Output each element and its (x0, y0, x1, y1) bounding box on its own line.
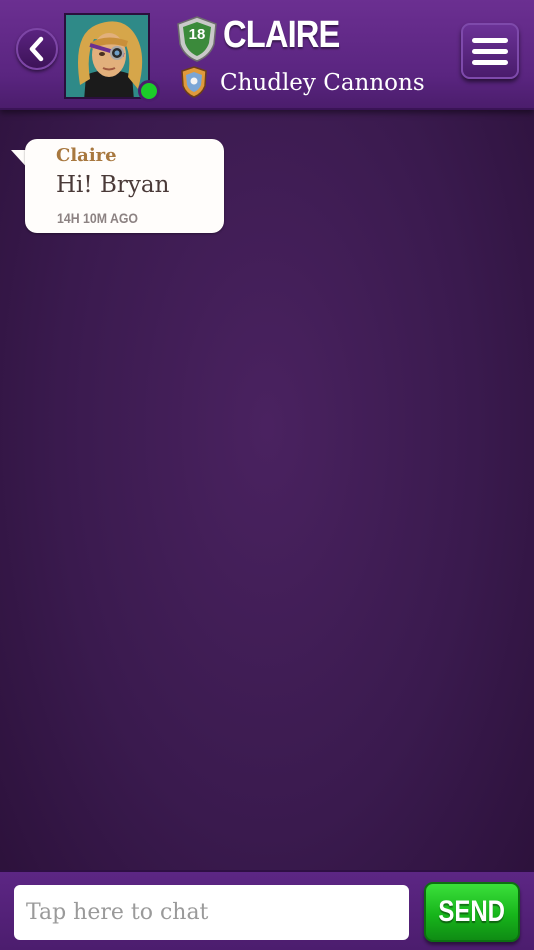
back-button[interactable] (16, 28, 58, 70)
chat-header: 18 CLAIRE Chudley Cannons (0, 0, 534, 110)
send-button[interactable]: SEND (424, 882, 520, 942)
player-name: CLAIRE (223, 14, 340, 56)
message-bubble: Claire Hi! Bryan 14H 10M AGO (25, 139, 224, 233)
message-sender: Claire (56, 145, 117, 166)
team-name[interactable]: Chudley Cannons (220, 70, 425, 96)
send-button-label: SEND (438, 895, 506, 928)
chat-message-list[interactable]: Claire Hi! Bryan 14H 10M AGO (0, 110, 534, 870)
avatar[interactable] (64, 13, 150, 99)
message-text: Hi! Bryan (56, 172, 170, 198)
online-status-indicator (138, 80, 160, 102)
chat-composer: SEND (0, 870, 534, 950)
chevron-left-icon (29, 36, 44, 62)
chat-input[interactable] (14, 885, 409, 940)
message-timestamp: 14H 10M AGO (57, 210, 139, 226)
player-level: 18 (188, 26, 206, 43)
player-portrait-image (66, 15, 148, 97)
hamburger-menu-icon (472, 37, 508, 43)
menu-button[interactable] (461, 23, 519, 79)
team-crest-icon (181, 66, 207, 98)
